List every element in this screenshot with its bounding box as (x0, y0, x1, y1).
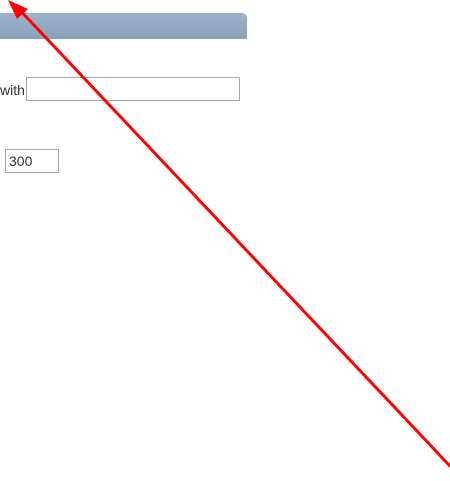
starts-with-input[interactable] (26, 77, 240, 101)
number-input[interactable]: 300 (5, 149, 59, 173)
page-viewport: with 300 (0, 0, 450, 481)
section-header-bar (0, 13, 247, 39)
starts-with-label: with (0, 82, 25, 98)
annotation-arrow (8, 0, 450, 468)
arrow-shaft (14, 4, 450, 468)
